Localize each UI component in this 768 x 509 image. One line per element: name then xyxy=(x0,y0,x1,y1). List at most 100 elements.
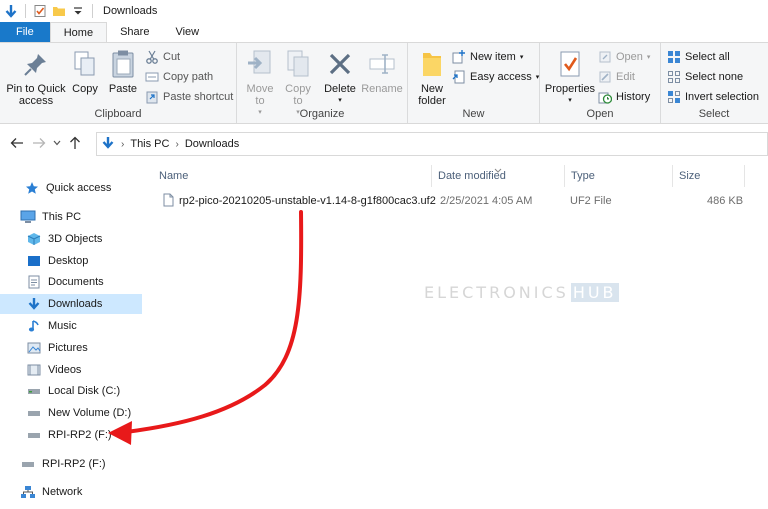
drive-icon xyxy=(26,427,42,443)
rename-button[interactable]: Rename xyxy=(361,48,403,95)
nav-new-volume[interactable]: New Volume (D:) xyxy=(0,403,142,423)
new-item-button[interactable]: New item ▾ xyxy=(452,48,523,66)
breadcrumb-downloads[interactable]: Downloads xyxy=(185,138,239,150)
nav-videos[interactable]: Videos xyxy=(0,360,142,380)
forward-arrow-icon[interactable] xyxy=(28,132,50,154)
select-none-icon xyxy=(667,70,681,84)
open-group-label: Open xyxy=(586,108,614,120)
select-all-icon xyxy=(667,50,681,64)
ribbon: Pin to Quick access Copy Paste Cut Copy … xyxy=(0,42,768,124)
pictures-icon xyxy=(26,340,42,356)
nav-this-pc[interactable]: This PC xyxy=(0,207,142,227)
back-arrow-icon[interactable] xyxy=(6,132,28,154)
tab-share[interactable]: Share xyxy=(107,22,162,42)
folder-icon xyxy=(417,48,447,80)
organize-group-label: Organize xyxy=(299,108,345,120)
sort-descending-icon xyxy=(494,165,502,175)
watermark-logo: ELECTRONICS HUB xyxy=(424,283,619,302)
breadcrumb-separator-icon: › xyxy=(175,138,179,150)
select-none-button[interactable]: Select none xyxy=(667,68,743,86)
nav-desktop[interactable]: Desktop xyxy=(0,251,142,271)
nav-network[interactable]: Network xyxy=(0,482,142,502)
properties-quick-icon[interactable] xyxy=(32,3,48,19)
customize-toolbar-icon[interactable] xyxy=(70,3,86,19)
select-group: Select all Select none Invert selection … xyxy=(661,43,767,123)
copy-icon xyxy=(70,48,100,80)
new-folder-quick-icon[interactable] xyxy=(51,3,67,19)
open-group: Properties ▾ Open ▾ Edit History Open xyxy=(540,43,661,123)
easy-access-button[interactable]: Easy access ▾ xyxy=(452,68,539,86)
ribbon-tabs: File Home Share View xyxy=(0,22,768,42)
pin-icon xyxy=(21,48,51,80)
recent-locations-chevron-icon[interactable] xyxy=(50,132,64,154)
history-button[interactable]: History xyxy=(598,88,650,106)
delete-x-icon xyxy=(325,48,355,80)
column-header-size[interactable]: Size xyxy=(673,165,745,187)
nav-rpi-rp2-root[interactable]: RPI-RP2 (F:) xyxy=(0,454,142,474)
open-icon xyxy=(598,50,612,64)
delete-button[interactable]: Delete ▾ xyxy=(321,48,359,107)
dropdown-caret-icon: ▾ xyxy=(646,54,651,61)
file-date-cell: 2/25/2021 4:05 AM xyxy=(440,195,533,207)
network-icon xyxy=(20,484,36,500)
title-bar: Downloads xyxy=(0,0,768,22)
pin-to-quick-access-button[interactable]: Pin to Quick access xyxy=(4,48,68,107)
divider xyxy=(92,4,93,18)
down-arrow-icon[interactable] xyxy=(3,3,19,19)
dropdown-caret-icon: ▾ xyxy=(568,97,572,104)
edit-button[interactable]: Edit xyxy=(598,68,635,86)
organize-group: Move to ▾ Copy to ▾ Delete ▾ Rename Orga… xyxy=(237,43,408,123)
window-title: Downloads xyxy=(103,5,158,17)
drive-icon xyxy=(26,383,42,399)
breadcrumb-this-pc[interactable]: This PC xyxy=(130,138,169,150)
computer-icon xyxy=(20,209,36,225)
rename-icon xyxy=(367,48,397,80)
nav-pictures[interactable]: Pictures xyxy=(0,338,142,358)
nav-quick-access[interactable]: Quick access xyxy=(0,178,142,198)
nav-3d-objects[interactable]: 3D Objects xyxy=(0,229,142,249)
address-row: › This PC › Downloads xyxy=(0,130,768,156)
navigation-pane: Quick access This PC 3D Objects Desktop … xyxy=(0,166,142,509)
clipboard-group-label: Clipboard xyxy=(94,108,142,120)
table-row[interactable]: rp2-pico-20210205-unstable-v1.14-8-g1f80… xyxy=(157,190,757,212)
nav-rpi-rp2[interactable]: RPI-RP2 (F:) xyxy=(0,425,142,445)
file-size-cell: 486 KB xyxy=(707,195,744,207)
new-folder-button[interactable]: New folder xyxy=(412,48,452,107)
new-item-icon xyxy=(452,50,466,64)
address-bar[interactable]: › This PC › Downloads xyxy=(96,132,768,156)
cut-button[interactable]: Cut xyxy=(145,48,180,66)
copy-button[interactable]: Copy xyxy=(70,48,100,95)
tab-view[interactable]: View xyxy=(162,22,212,42)
column-header-name[interactable]: Name xyxy=(153,165,432,187)
tab-file[interactable]: File xyxy=(0,22,50,42)
nav-music[interactable]: Music xyxy=(0,316,142,336)
file-name-cell: rp2-pico-20210205-unstable-v1.14-8-g1f80… xyxy=(163,190,436,212)
paste-button[interactable]: Paste xyxy=(106,48,140,95)
select-all-button[interactable]: Select all xyxy=(667,48,730,66)
invert-selection-icon xyxy=(667,90,681,104)
invert-selection-button[interactable]: Invert selection xyxy=(667,88,759,106)
copy-path-icon xyxy=(145,70,159,84)
paste-shortcut-button[interactable]: Paste shortcut xyxy=(145,88,233,106)
properties-button[interactable]: Properties ▾ xyxy=(544,48,596,107)
paste-icon xyxy=(108,48,138,80)
column-header-type[interactable]: Type xyxy=(565,165,673,187)
drive-icon xyxy=(26,405,42,421)
nav-local-disk[interactable]: Local Disk (C:) xyxy=(0,381,142,401)
copy-to-icon xyxy=(283,48,313,80)
divider xyxy=(25,4,26,18)
music-note-icon xyxy=(26,318,42,334)
history-icon xyxy=(598,90,612,104)
column-header-date-modified[interactable]: Date modified xyxy=(432,165,565,187)
nav-downloads[interactable]: Downloads xyxy=(0,294,142,314)
open-button[interactable]: Open ▾ xyxy=(598,48,650,66)
nav-documents[interactable]: Documents xyxy=(0,272,142,292)
tab-home[interactable]: Home xyxy=(49,22,108,42)
paste-shortcut-icon xyxy=(145,90,159,104)
clipboard-group: Pin to Quick access Copy Paste Cut Copy … xyxy=(0,43,237,123)
new-group: New folder New item ▾ Easy access ▾ New xyxy=(408,43,540,123)
copy-path-button[interactable]: Copy path xyxy=(145,68,213,86)
up-arrow-icon[interactable] xyxy=(64,132,86,154)
file-icon xyxy=(163,193,174,210)
desktop-icon xyxy=(26,253,42,269)
